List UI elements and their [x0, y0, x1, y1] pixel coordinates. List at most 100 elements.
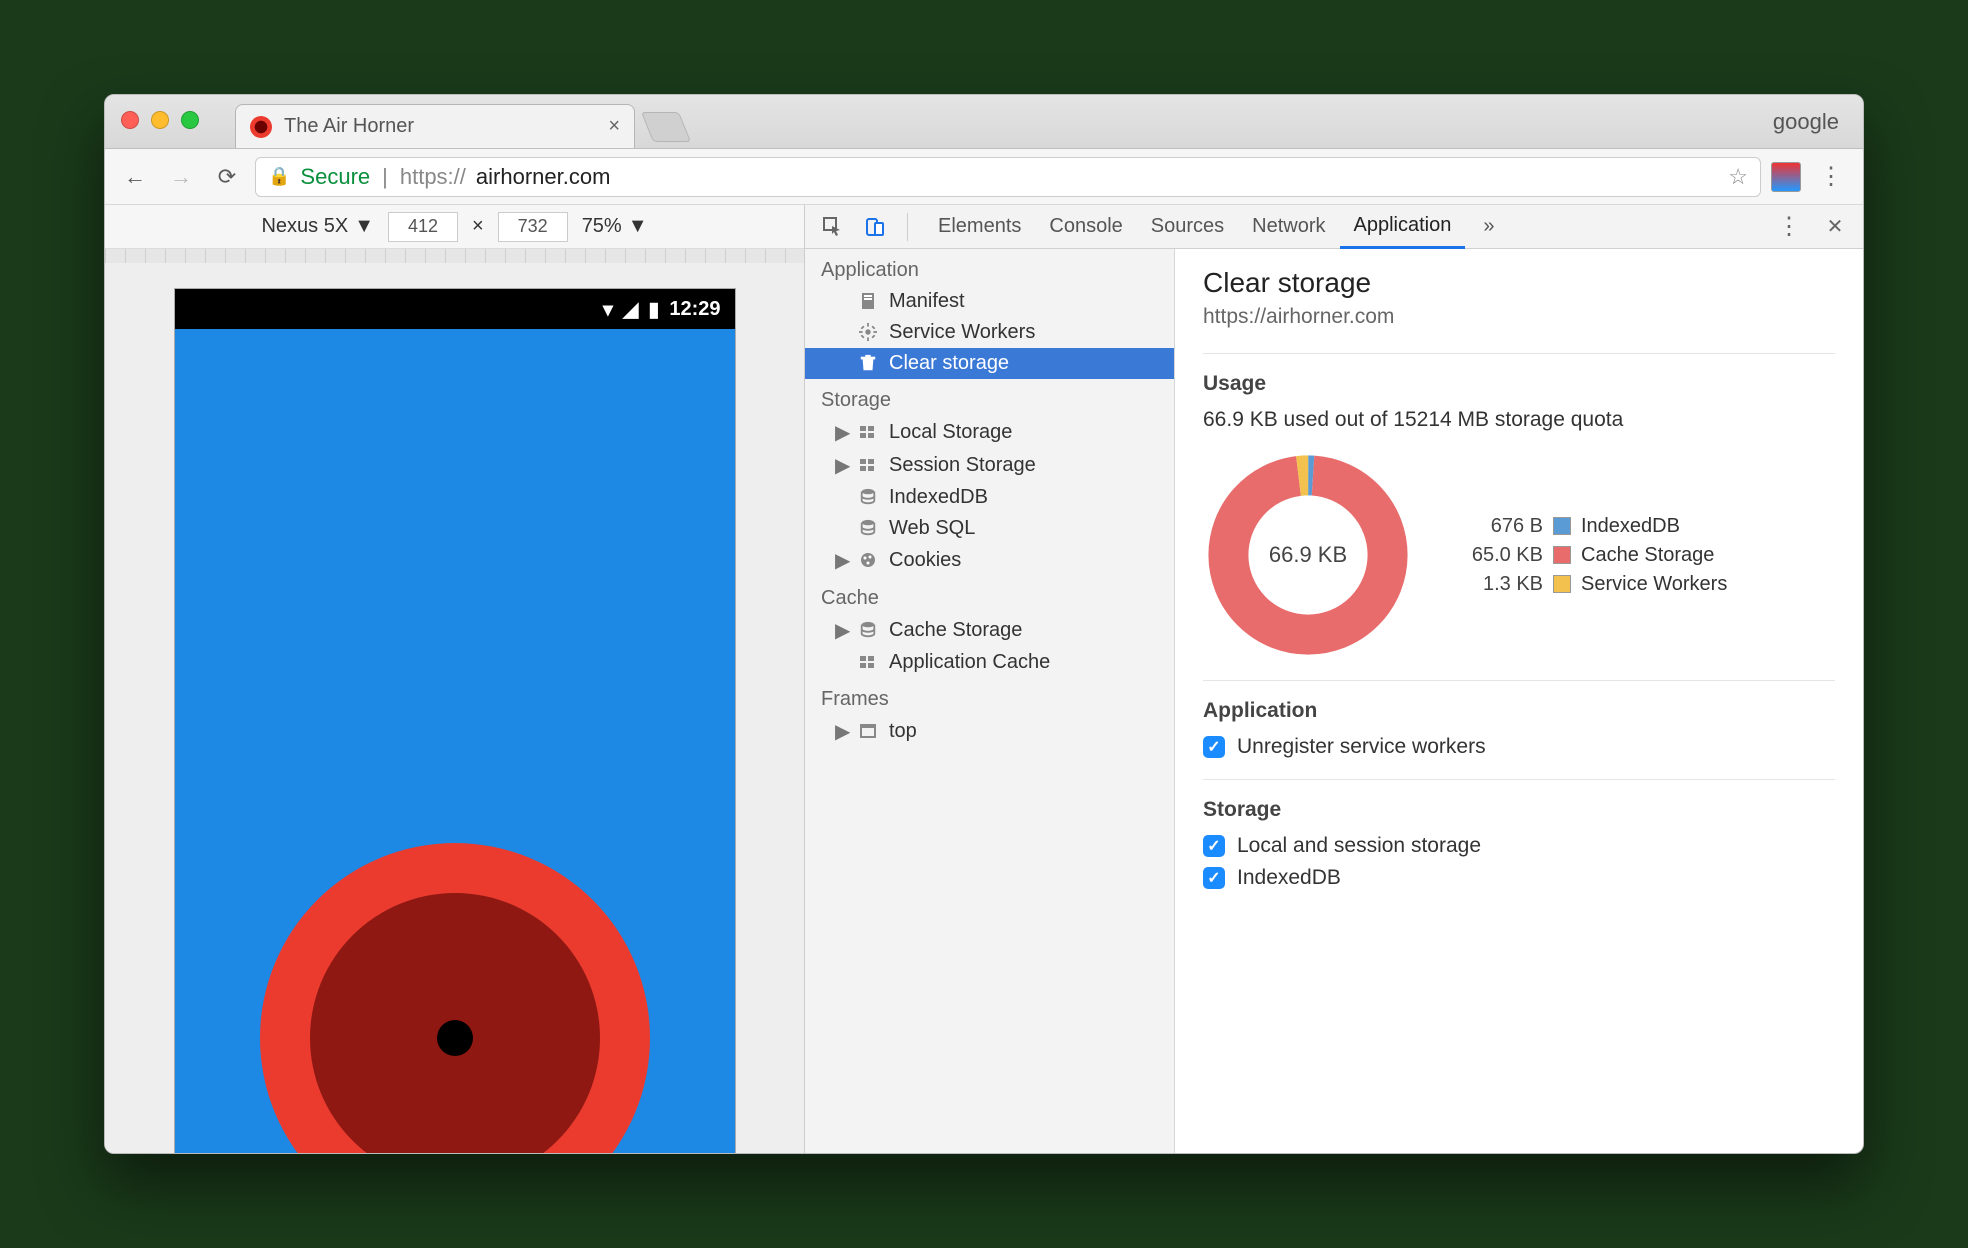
forward-button[interactable]: → — [163, 159, 199, 195]
legend-row-cache-storage: 65.0 KBCache Storage — [1453, 544, 1727, 567]
device-select[interactable]: Nexus 5X ▼ — [261, 215, 374, 238]
traffic-lights — [121, 111, 199, 129]
devtools-menu-button[interactable]: ⋮ — [1769, 212, 1809, 241]
tab-close-button[interactable]: × — [608, 115, 620, 138]
grid-icon — [859, 423, 879, 443]
sidebar-item-label: Clear storage — [889, 352, 1009, 375]
checkbox-label: Unregister service workers — [1237, 735, 1486, 759]
usage-heading: Usage — [1203, 372, 1835, 396]
devtools-close-button[interactable]: ✕ — [1819, 211, 1851, 243]
legend-size: 1.3 KB — [1453, 573, 1543, 596]
donut-total: 66.9 KB — [1269, 542, 1347, 568]
devtools-tab-network[interactable]: Network — [1238, 205, 1339, 249]
sidebar-item-label: Session Storage — [889, 454, 1036, 477]
app-checkbox-unregister-service-workers[interactable]: ✓ Unregister service workers — [1203, 735, 1835, 759]
sidebar-item-cache-storage[interactable]: ▶Cache Storage — [805, 614, 1174, 647]
application-content: Clear storage https://airhorner.com Usag… — [1175, 249, 1863, 1153]
profile-label[interactable]: google — [1773, 109, 1839, 135]
devtools-tab-console[interactable]: Console — [1035, 205, 1136, 249]
chrome-menu-button[interactable]: ⋮ — [1811, 162, 1851, 191]
divider — [907, 213, 908, 241]
devtools-tab-sources[interactable]: Sources — [1137, 205, 1238, 249]
zoom-select[interactable]: 75% ▼ — [582, 215, 648, 238]
disclosure-triangle-icon[interactable]: ▶ — [835, 548, 849, 573]
legend-size: 676 B — [1453, 515, 1543, 538]
sidebar-item-indexeddb[interactable]: IndexedDB — [805, 482, 1174, 513]
bookmark-star-icon[interactable]: ☆ — [1728, 164, 1748, 190]
wifi-icon: ▾ — [603, 297, 613, 322]
usage-section: Usage 66.9 KB used out of 15214 MB stora… — [1203, 353, 1835, 660]
device-mode-icon[interactable] — [859, 211, 891, 243]
extension-icon[interactable] — [1771, 162, 1801, 192]
sidebar-item-label: Web SQL — [889, 517, 975, 540]
browser-window: The Air Horner × google ← → ⟳ 🔒 Secure |… — [104, 94, 1864, 1154]
window-zoom-button[interactable] — [181, 111, 199, 129]
device-name: Nexus 5X — [261, 215, 348, 238]
disclosure-triangle-icon[interactable]: ▶ — [835, 719, 849, 744]
titlebar: The Air Horner × google — [105, 95, 1863, 149]
legend-swatch — [1553, 546, 1571, 564]
omnibox[interactable]: 🔒 Secure | https://airhorner.com ☆ — [255, 157, 1761, 197]
window-close-button[interactable] — [121, 111, 139, 129]
application-section: Application ✓ Unregister service workers — [1203, 680, 1835, 759]
back-button[interactable]: ← — [117, 159, 153, 195]
sidebar-item-application-cache[interactable]: Application Cache — [805, 647, 1174, 678]
manifest-icon — [859, 292, 879, 312]
device-height-input[interactable] — [498, 212, 568, 242]
page-title: Clear storage — [1203, 267, 1835, 299]
sidebar-item-label: Service Workers — [889, 321, 1035, 344]
devtools-toolbar: ElementsConsoleSourcesNetworkApplication… — [805, 205, 1863, 249]
legend-swatch — [1553, 517, 1571, 535]
devtools: ElementsConsoleSourcesNetworkApplication… — [805, 205, 1863, 1153]
dim-times: × — [472, 215, 484, 238]
sidebar-item-top[interactable]: ▶ top — [805, 715, 1174, 748]
grid-icon — [859, 653, 879, 673]
new-tab-button[interactable] — [641, 112, 691, 142]
chevron-down-icon: ▼ — [628, 215, 648, 238]
separator: | — [382, 164, 388, 190]
main-area: Nexus 5X ▼ × 75% ▼ ▾ ◢ ▮ 1 — [105, 205, 1863, 1153]
ruler — [105, 249, 804, 263]
checkbox-label: IndexedDB — [1237, 866, 1341, 890]
disclosure-triangle-icon[interactable]: ▶ — [835, 420, 849, 445]
more-tabs-button[interactable]: » — [1475, 215, 1502, 238]
tab-title: The Air Horner — [284, 115, 414, 138]
url-protocol: https:// — [400, 164, 466, 190]
checkbox-icon: ✓ — [1203, 736, 1225, 758]
storage-checkbox-local-and-session-storage[interactable]: ✓Local and session storage — [1203, 834, 1835, 858]
devtools-tab-elements[interactable]: Elements — [924, 205, 1035, 249]
sidebar-item-service-workers[interactable]: Service Workers — [805, 317, 1174, 348]
sidebar-item-label: top — [889, 720, 917, 743]
airhorn-button[interactable] — [260, 843, 650, 1153]
cookie-icon — [859, 551, 879, 571]
storage-heading: Storage — [1203, 798, 1835, 822]
battery-icon: ▮ — [648, 297, 659, 322]
reload-button[interactable]: ⟳ — [209, 159, 245, 195]
application-heading: Application — [1203, 699, 1835, 723]
legend-row-service-workers: 1.3 KBService Workers — [1453, 573, 1727, 596]
chevron-down-icon: ▼ — [354, 215, 374, 238]
devtools-tab-application[interactable]: Application — [1340, 205, 1466, 249]
sidebar-item-local-storage[interactable]: ▶Local Storage — [805, 416, 1174, 449]
airhorn-inner — [310, 893, 600, 1153]
secure-label: Secure — [300, 164, 370, 190]
trash-icon — [859, 354, 879, 374]
legend-label: Cache Storage — [1581, 544, 1714, 567]
sidebar-item-clear-storage[interactable]: Clear storage — [805, 348, 1174, 379]
sidebar-item-web-sql[interactable]: Web SQL — [805, 513, 1174, 544]
storage-section: Storage ✓Local and session storage ✓Index… — [1203, 779, 1835, 890]
frame-icon — [859, 722, 879, 742]
inspect-element-icon[interactable] — [817, 211, 849, 243]
browser-tab[interactable]: The Air Horner × — [235, 104, 635, 148]
window-minimize-button[interactable] — [151, 111, 169, 129]
storage-checkbox-indexeddb[interactable]: ✓IndexedDB — [1203, 866, 1835, 890]
checkbox-label: Local and session storage — [1237, 834, 1481, 858]
sidebar-group-storage: Storage — [805, 379, 1174, 416]
disclosure-triangle-icon[interactable]: ▶ — [835, 453, 849, 478]
legend-swatch — [1553, 575, 1571, 593]
device-width-input[interactable] — [388, 212, 458, 242]
sidebar-item-manifest[interactable]: Manifest — [805, 286, 1174, 317]
disclosure-triangle-icon[interactable]: ▶ — [835, 618, 849, 643]
sidebar-item-cookies[interactable]: ▶Cookies — [805, 544, 1174, 577]
sidebar-item-session-storage[interactable]: ▶ Session Storage — [805, 449, 1174, 482]
